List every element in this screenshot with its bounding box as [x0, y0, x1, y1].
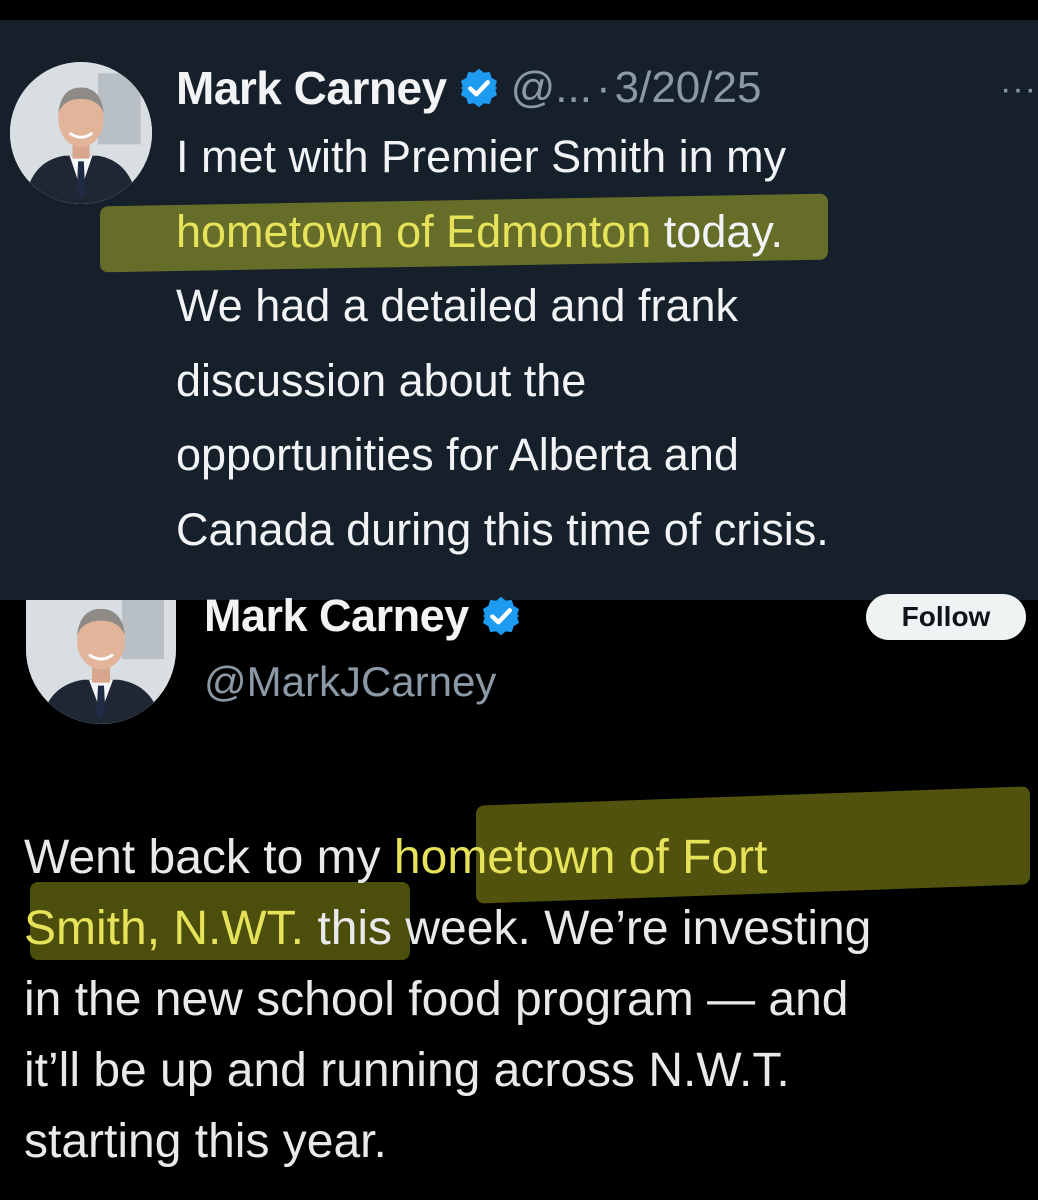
verified-badge-icon: [457, 66, 501, 110]
text-line: discussion about the: [176, 354, 587, 406]
author-name[interactable]: Mark Carney: [204, 590, 469, 642]
text-line: Canada during this time of crisis.: [176, 503, 829, 555]
avatar[interactable]: [26, 600, 176, 724]
more-options-icon[interactable]: ···: [1000, 70, 1037, 109]
text-line: in the new school food program — and: [24, 973, 849, 1026]
verified-badge-icon: [479, 594, 523, 638]
text-line: Smith, N.WT. this week. We’re investing: [24, 902, 872, 955]
avatar-portrait: [10, 62, 152, 204]
text-line: hometown of Edmonton today.: [176, 205, 784, 257]
top-tweet: Mark Carney @... · 3/20/25 ··· I met wit…: [0, 0, 1038, 600]
text-line: starting this year.: [24, 1115, 387, 1168]
highlighted-text: Smith, N.WT.: [24, 902, 305, 955]
highlighted-text: hometown of Fort: [393, 831, 768, 884]
tweet-header: Mark Carney @... · 3/20/25: [176, 58, 761, 118]
text-line: We had a detailed and frank: [176, 280, 739, 331]
bottom-tweet: Mark Carney @MarkJCarney Went back to my…: [0, 590, 1038, 1200]
author-handle[interactable]: @...: [511, 63, 592, 113]
tweet-date[interactable]: 3/20/25: [615, 63, 762, 113]
text-line: I met with Premier Smith in my: [176, 131, 787, 182]
author-handle[interactable]: @MarkJCarney: [204, 658, 496, 706]
highlighted-text: hometown of Edmonton: [176, 205, 652, 257]
tweet-header: Mark Carney: [204, 586, 523, 646]
text-line: it’ll be up and running across N.W.T.: [24, 1044, 790, 1097]
avatar[interactable]: [10, 62, 152, 204]
dot-separator: ·: [595, 63, 611, 112]
avatar-portrait: [26, 600, 176, 724]
tweet-text: I met with Premier Smith in my hometown …: [176, 120, 1026, 567]
author-name[interactable]: Mark Carney: [176, 61, 447, 115]
text-line: Went back to my hometown of Fort: [24, 831, 768, 884]
follow-button[interactable]: Follow: [866, 594, 1026, 640]
top-bar: [0, 0, 1038, 20]
text-line: opportunities for Alberta and: [176, 429, 739, 480]
tweet-text: Went back to my hometown of Fort Smith, …: [24, 822, 1038, 1177]
